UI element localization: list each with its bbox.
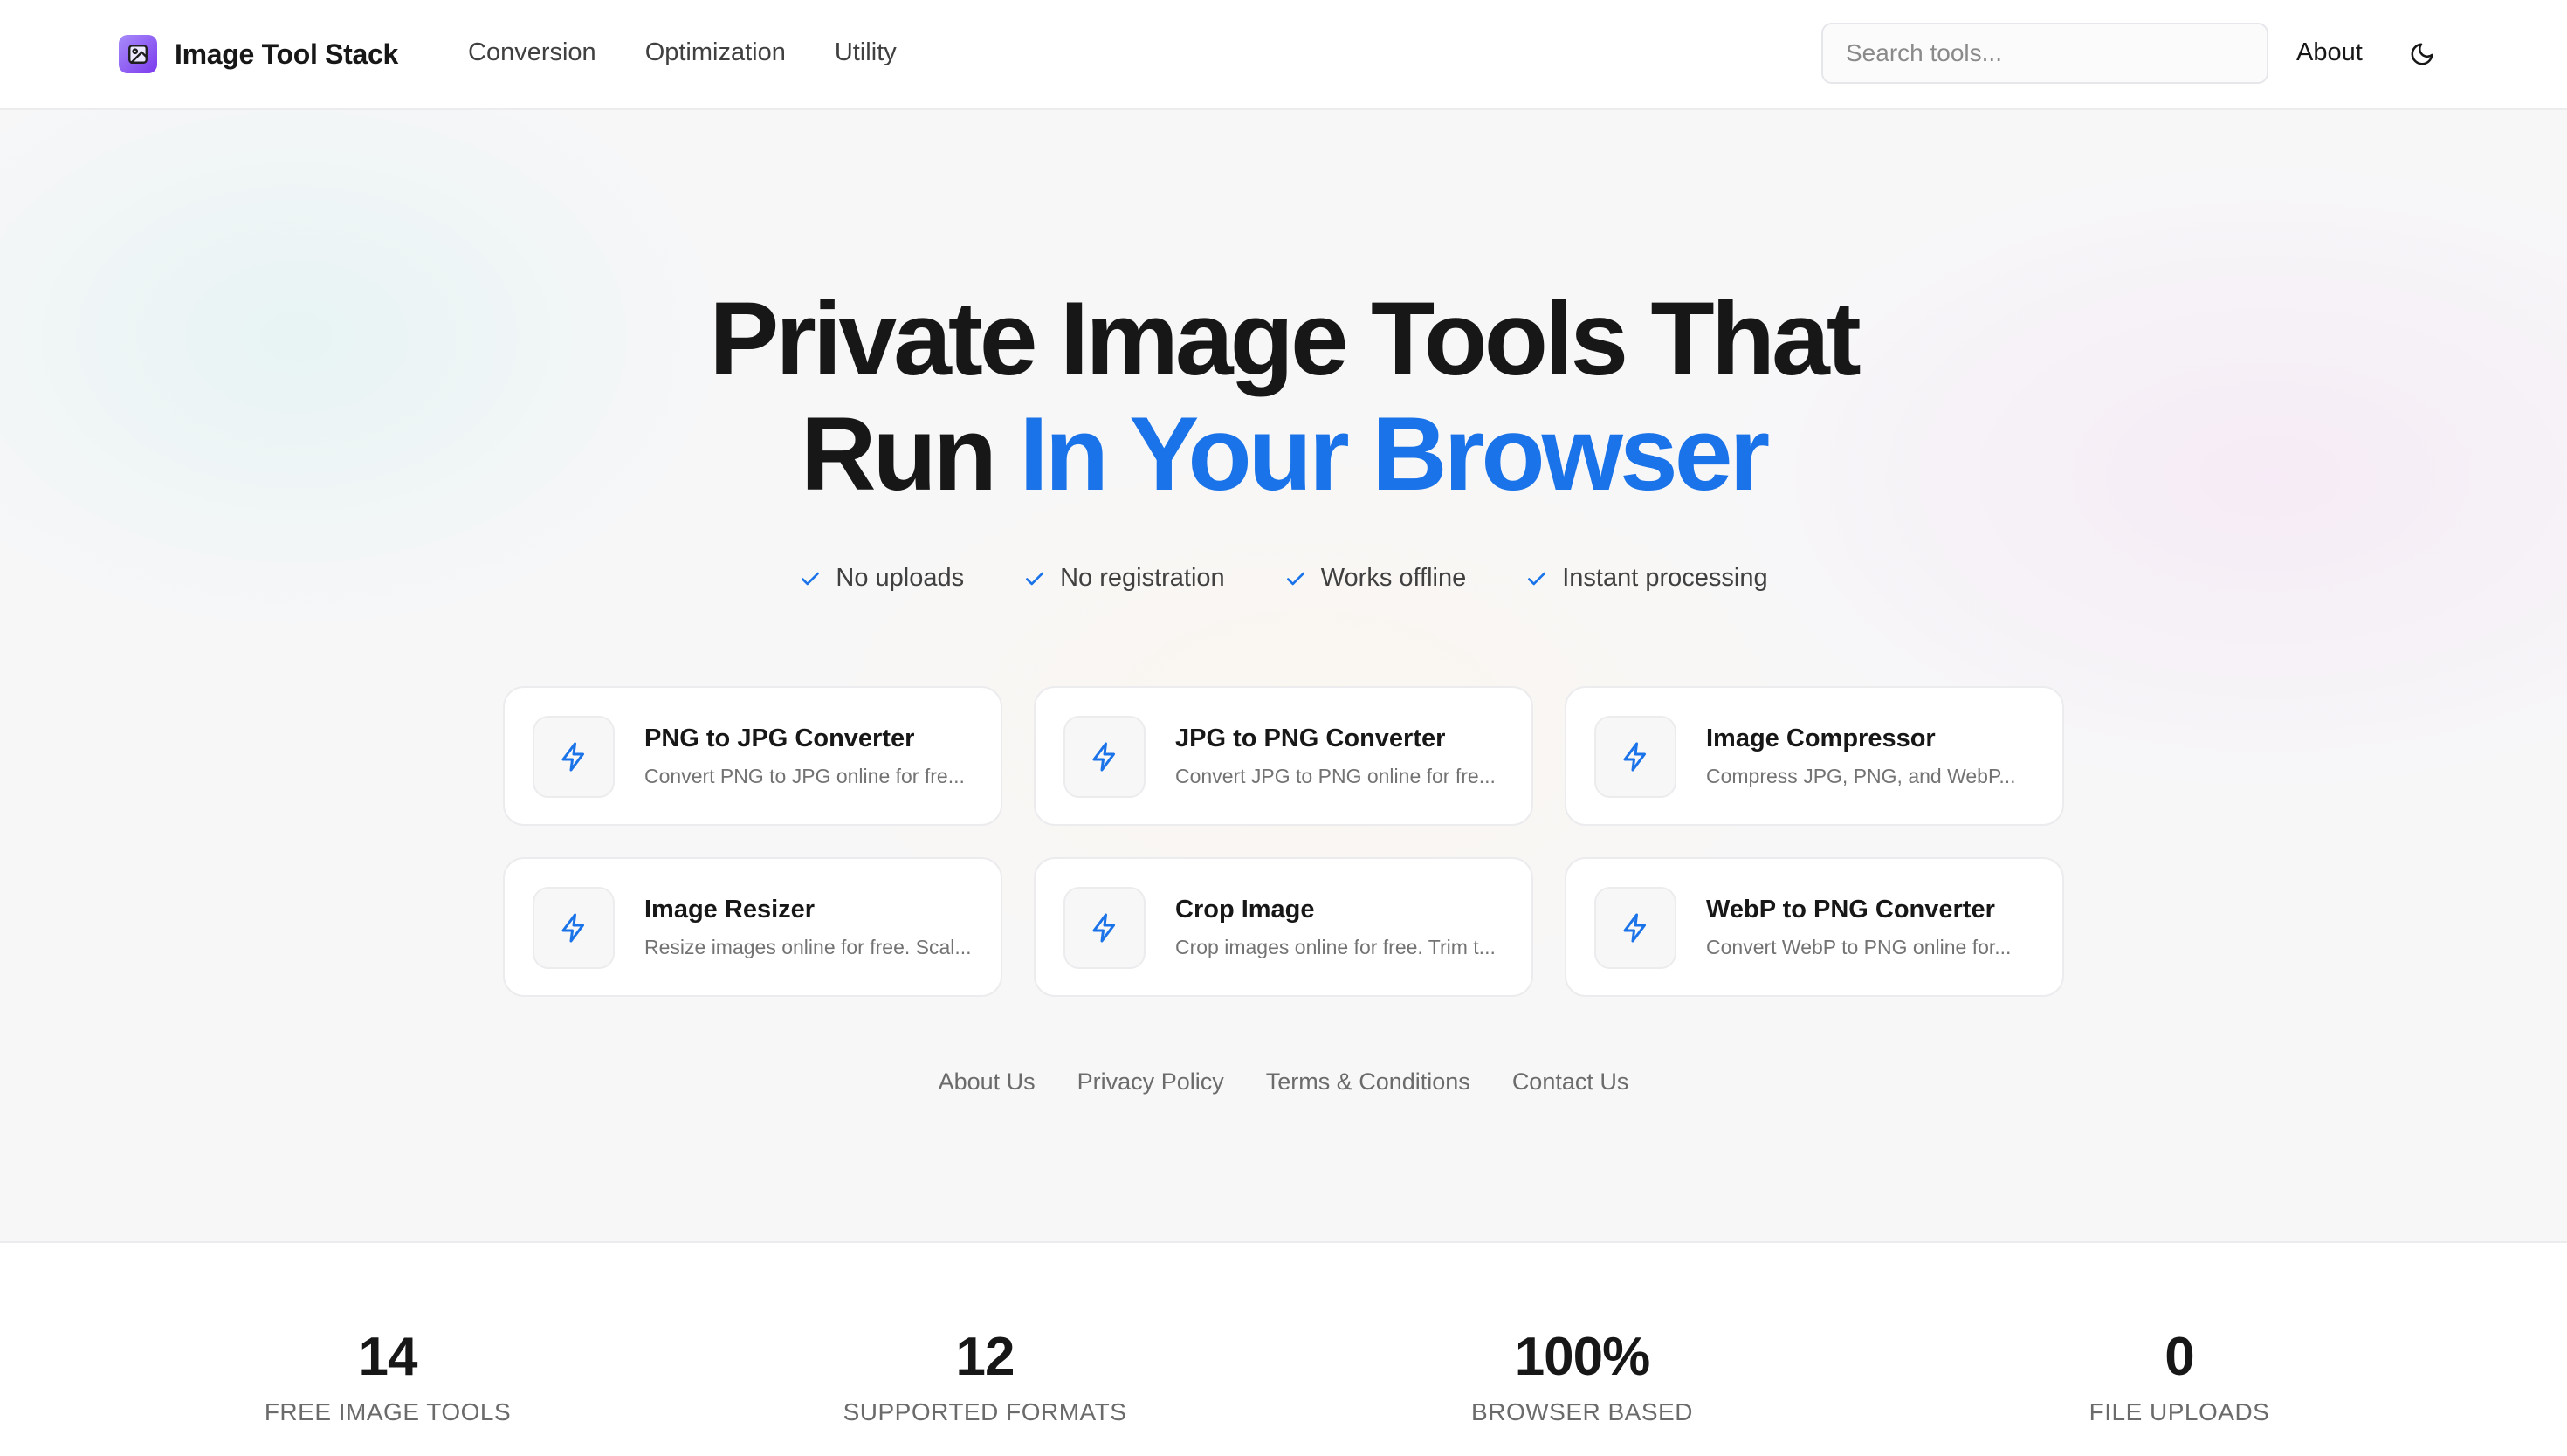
tool-icon-box [533, 887, 615, 969]
footer-contact-us-link[interactable]: Contact Us [1512, 1068, 1629, 1095]
feature-item: Instant processing [1525, 564, 1768, 593]
stat-browser-based: 100% BROWSER BASED [1364, 1327, 1800, 1426]
tool-title: WebP to PNG Converter [1706, 896, 1995, 924]
stat-free-image-tools: 14 FREE IMAGE TOOLS [169, 1327, 606, 1426]
image-logo-icon [119, 35, 157, 73]
check-icon [1286, 572, 1304, 585]
tool-title: JPG to PNG Converter [1175, 725, 1446, 752]
search-input[interactable] [1821, 23, 2268, 84]
check-icon [802, 572, 820, 585]
theme-toggle-button[interactable] [2403, 35, 2441, 73]
tool-icon-box [1594, 716, 1676, 798]
tool-title: Crop Image [1175, 896, 1315, 924]
check-icon [1528, 572, 1546, 585]
footer-privacy-policy-link[interactable]: Privacy Policy [1077, 1068, 1224, 1095]
hero-section: Private Image Tools That Run In Your Bro… [0, 110, 2567, 1243]
tool-description: Convert PNG to JPG online for fre... [644, 765, 965, 787]
stat-value: 12 [955, 1327, 1015, 1387]
hero-title: Private Image Tools That Run In Your Bro… [0, 281, 2567, 512]
tool-card-crop-image[interactable]: Crop Image Crop images online for free. … [1034, 857, 1533, 997]
tool-title: Image Compressor [1706, 725, 1936, 752]
feature-list: No uploads No registration Works offline… [0, 564, 2567, 593]
feature-item: No registration [1023, 564, 1225, 593]
tool-description: Crop images online for free. Trim t... [1175, 936, 1496, 958]
tool-description: Convert JPG to PNG online for fre... [1175, 765, 1496, 787]
footer-terms-link[interactable]: Terms & Conditions [1266, 1068, 1470, 1095]
main-nav: Conversion Optimization Utility [468, 38, 946, 67]
tool-icon-box [533, 716, 615, 798]
tool-card-jpg-to-png[interactable]: JPG to PNG Converter Convert JPG to PNG … [1034, 686, 1533, 826]
hero-title-line2: Run [800, 395, 1020, 512]
stat-label: SUPPORTED FORMATS [843, 1398, 1127, 1425]
tool-icon-box [1063, 716, 1146, 798]
check-icon [1026, 572, 1044, 585]
stat-file-uploads: 0 FILE UPLOADS [1961, 1327, 2398, 1426]
footer-links: About Us Privacy Policy Terms & Conditio… [0, 1068, 2567, 1095]
stat-value: 0 [2164, 1327, 2194, 1387]
tool-card-webp-to-png[interactable]: WebP to PNG Converter Convert WebP to PN… [1565, 857, 2064, 997]
site-name: Image Tool Stack [175, 38, 399, 70]
nav-optimization[interactable]: Optimization [645, 38, 786, 67]
nav-utility[interactable]: Utility [835, 38, 897, 67]
stat-label: FILE UPLOADS [2089, 1398, 2270, 1425]
footer-about-us-link[interactable]: About Us [939, 1068, 1036, 1095]
hero-title-accent: In Your Browser [1019, 395, 1770, 512]
tool-icon-box [1594, 887, 1676, 969]
tool-title: PNG to JPG Converter [644, 725, 915, 752]
moon-icon [2411, 43, 2433, 65]
nav-conversion[interactable]: Conversion [468, 38, 596, 67]
site-logo[interactable]: Image Tool Stack [119, 35, 398, 73]
lightning-icon [561, 913, 584, 943]
tool-card-image-resizer[interactable]: Image Resizer Resize images online for f… [503, 857, 1002, 997]
stat-supported-formats: 12 SUPPORTED FORMATS [767, 1327, 1203, 1426]
feature-label: Works offline [1320, 564, 1467, 592]
hero-title-line1: Private Image Tools That [709, 280, 1861, 397]
tool-icon-box [1063, 887, 1146, 969]
tool-card-image-compressor[interactable]: Image Compressor Compress JPG, PNG, and … [1565, 686, 2064, 826]
tool-title: Image Resizer [644, 896, 816, 924]
tool-description: Compress JPG, PNG, and WebP... [1706, 765, 2016, 787]
stat-value: 14 [358, 1327, 418, 1387]
lightning-icon [1092, 913, 1115, 943]
stat-value: 100% [1514, 1327, 1651, 1387]
about-link[interactable]: About [2296, 38, 2363, 67]
top-header: Image Tool Stack Conversion Optimization… [0, 0, 2567, 110]
lightning-icon [1623, 913, 1646, 943]
feature-label: No uploads [836, 564, 965, 592]
stat-label: BROWSER BASED [1471, 1398, 1693, 1425]
tool-card-png-to-jpg[interactable]: PNG to JPG Converter Convert PNG to JPG … [503, 686, 1002, 826]
lightning-icon [561, 742, 584, 772]
lightning-icon [1623, 742, 1646, 772]
lightning-icon [1092, 742, 1115, 772]
tool-description: Convert WebP to PNG online for... [1706, 936, 2012, 958]
feature-label: Instant processing [1562, 564, 1768, 592]
feature-item: No uploads [799, 564, 964, 593]
tool-description: Resize images online for free. Scal... [644, 936, 972, 958]
feature-item: Works offline [1284, 564, 1467, 593]
feature-label: No registration [1060, 564, 1225, 592]
stats-section: 14 FREE IMAGE TOOLS 12 SUPPORTED FORMATS… [0, 1243, 2567, 1456]
stat-label: FREE IMAGE TOOLS [264, 1398, 512, 1425]
